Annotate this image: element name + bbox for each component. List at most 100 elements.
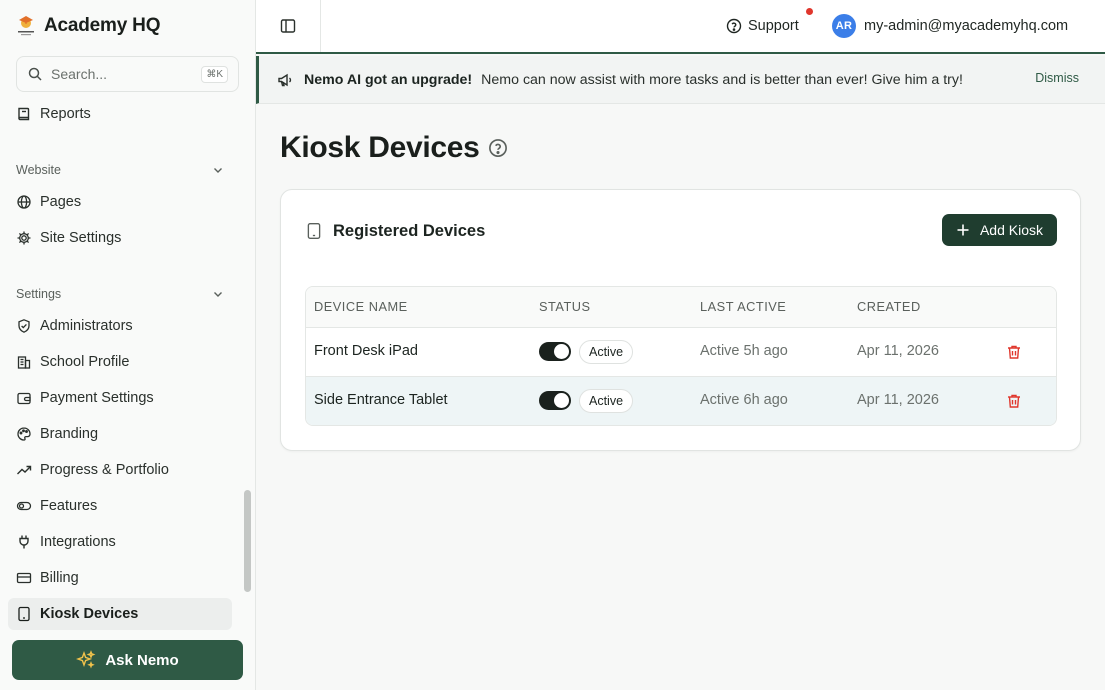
banner-title: Nemo AI got an upgrade! [304,71,473,88]
add-kiosk-button[interactable]: Add Kiosk [942,214,1057,246]
created-date: Apr 11, 2026 [857,392,939,408]
sidebar-item-label: Pages [40,194,82,210]
add-kiosk-label: Add Kiosk [979,222,1044,238]
sidebar-nav: Reports Website Pages Site Settings Sett… [0,96,240,630]
sidebar-item-integrations[interactable]: Integrations [8,526,232,558]
devices-table: DEVICE NAME STATUS LAST ACTIVE CREATED F… [305,286,1057,426]
sidebar-item-label: Reports [40,106,91,122]
sidebar-item-branding[interactable]: Branding [8,418,232,450]
palette-icon [17,427,31,441]
credit-card-icon [16,572,32,584]
page-title: Kiosk Devices [280,128,508,168]
academy-logo-icon [16,14,36,38]
sidebar-item-reports[interactable]: Reports [8,98,232,130]
page-title-text: Kiosk Devices [280,131,480,164]
search-shortcut: ⌘K [201,65,228,83]
topbar: Support AR my-admin@myacademyhq.com [256,0,1105,54]
support-link[interactable]: Support [726,14,799,38]
book-icon [18,107,30,121]
sidebar-toggle-icon [280,19,296,33]
chevron-down-icon [214,292,222,297]
sidebar-item-progress-portfolio[interactable]: Progress & Portfolio [8,454,232,486]
sidebar-item-label: Billing [40,570,79,586]
globe-icon [17,195,31,209]
search-icon [28,67,42,81]
status-badge: Active [579,389,634,413]
sparkles-icon [76,650,96,669]
gear-icon [17,231,31,245]
megaphone-icon [278,73,292,86]
registered-devices-card: Registered Devices Add Kiosk DEVICE NAME… [280,189,1081,451]
table-row[interactable]: Front Desk iPad Active Active 5h ago Apr… [306,328,1056,377]
sidebar-toggle-button[interactable] [256,0,321,52]
table-row[interactable]: Side Entrance Tablet Active Active 6h ag… [306,377,1056,425]
sidebar-scrollbar[interactable] [244,490,251,592]
sidebar-item-payment-settings[interactable]: Payment Settings [8,382,232,414]
toggle-icon [16,501,32,511]
sidebar-item-school-profile[interactable]: School Profile [8,346,232,378]
sidebar-item-label: Payment Settings [40,390,154,406]
building-icon [17,356,31,369]
user-menu[interactable]: AR my-admin@myacademyhq.com [832,13,1068,39]
created-date: Apr 11, 2026 [857,343,939,359]
banner-text: Nemo can now assist with more tasks and … [481,71,963,88]
sidebar-item-administrators[interactable]: Administrators [8,310,232,342]
sidebar-group-settings[interactable]: Settings [16,284,224,304]
wallet-icon [17,392,31,405]
status-toggle[interactable] [539,391,571,410]
tablet-icon [18,606,30,622]
device-name: Side Entrance Tablet [314,392,448,408]
column-header-last-active[interactable]: LAST ACTIVE [700,299,786,314]
status-badge: Active [579,340,634,364]
sidebar: Academy HQ ⌘K Reports Website Pages Site… [0,0,256,690]
last-active: Active 5h ago [700,343,788,359]
ask-nemo-label: Ask Nemo [105,651,179,669]
ask-nemo-button[interactable]: Ask Nemo [12,640,243,680]
sidebar-item-site-settings[interactable]: Site Settings [8,222,232,254]
avatar: AR [832,14,856,38]
group-label-settings: Settings [16,287,62,301]
sidebar-item-label: Site Settings [40,230,122,246]
sidebar-item-label: Kiosk Devices [40,606,139,622]
sidebar-item-kiosk-devices[interactable]: Kiosk Devices [8,598,232,630]
column-header-status[interactable]: STATUS [539,299,591,314]
app-name: Academy HQ [44,15,161,36]
sidebar-item-label: Branding [40,426,99,442]
column-header-created[interactable]: CREATED [857,299,921,314]
chevron-down-icon [214,168,222,173]
sidebar-item-label: Progress & Portfolio [40,462,169,478]
sidebar-item-label: School Profile [40,354,130,370]
group-label-website: Website [16,163,61,177]
sidebar-item-label: Features [40,498,98,514]
user-email: my-admin@myacademyhq.com [864,18,1069,34]
shield-check-icon [18,319,30,333]
sidebar-group-website[interactable]: Website [16,160,224,180]
tablet-icon [307,223,321,239]
brand[interactable]: Academy HQ [16,12,160,40]
sidebar-item-label: Integrations [40,534,116,550]
search-box[interactable]: ⌘K [16,56,239,92]
help-circle-icon [726,18,742,34]
plus-icon [957,224,969,236]
column-header-device-name[interactable]: DEVICE NAME [314,299,408,314]
support-label: Support [748,18,799,34]
sidebar-item-label: Administrators [40,318,133,334]
card-title: Registered Devices [305,220,485,242]
device-name: Front Desk iPad [314,343,418,359]
table-header: DEVICE NAME STATUS LAST ACTIVE CREATED [306,287,1056,328]
help-circle-icon[interactable] [488,138,508,158]
sidebar-item-billing[interactable]: Billing [8,562,232,594]
dismiss-button[interactable]: Dismiss [1035,71,1079,85]
sidebar-item-pages[interactable]: Pages [8,186,232,218]
trending-up-icon [17,465,32,475]
status-toggle[interactable] [539,342,571,361]
announcement-banner: Nemo AI got an upgrade! Nemo can now ass… [256,56,1105,104]
last-active: Active 6h ago [700,392,788,408]
trash-icon[interactable] [1006,344,1022,360]
sidebar-item-features[interactable]: Features [8,490,232,522]
search-input[interactable] [51,66,202,82]
plug-icon [19,535,29,549]
notification-dot [806,8,813,15]
trash-icon[interactable] [1006,393,1022,409]
card-title-text: Registered Devices [333,221,486,240]
